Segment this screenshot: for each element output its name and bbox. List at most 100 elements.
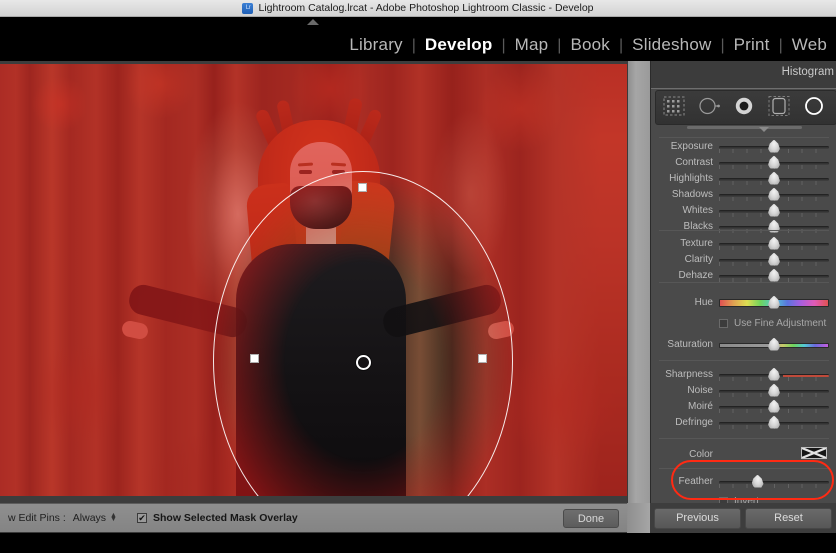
radial-mask-center-pin[interactable] [356, 355, 371, 370]
slider-knob[interactable] [768, 268, 780, 282]
feather-group: Feather Invert [659, 468, 829, 507]
bottom-right-divider [627, 503, 650, 533]
show-mask-overlay-label: Show Selected Mask Overlay [152, 512, 298, 524]
slider-label: Noise [687, 385, 713, 396]
slider-knob[interactable] [768, 415, 780, 429]
slider-label: Saturation [667, 339, 713, 350]
slider-label: Moiré [687, 401, 713, 412]
slider-knob[interactable] [768, 236, 780, 250]
subject-body [236, 244, 406, 496]
use-fine-adjustment-label: Use Fine Adjustment [734, 317, 827, 329]
slider-ticks [719, 483, 829, 488]
slider-row-contrast[interactable]: Contrast [659, 155, 829, 170]
basic-slider-group: Exposure Contrast Highlights Shadows Whi… [659, 137, 829, 233]
slider-row-shadows[interactable]: Shadows [659, 187, 829, 202]
slider-row-exposure[interactable]: Exposure [659, 139, 829, 154]
module-map[interactable]: Map [506, 35, 558, 55]
slider-knob[interactable] [768, 367, 780, 381]
slider-row-clarity[interactable]: Clarity [659, 252, 829, 267]
slider-row-moire[interactable]: Moiré [659, 399, 829, 414]
module-print[interactable]: Print [725, 35, 779, 55]
module-web[interactable]: Web [783, 35, 836, 55]
slider-knob[interactable] [768, 337, 780, 351]
os-title-bar: Lr Lightroom Catalog.lrcat - Adobe Photo… [0, 0, 836, 17]
subject-face-mask [290, 186, 352, 229]
slider-knob[interactable] [768, 139, 780, 153]
edit-pins-value[interactable]: Always [73, 512, 106, 524]
develop-toolbar: w Edit Pins : Always ▲ ▼ ✔ Show Selected … [0, 503, 627, 533]
mask-handle-right[interactable] [478, 354, 487, 363]
window-title: Lightroom Catalog.lrcat - Adobe Photosho… [258, 2, 594, 14]
color-label: Color [689, 448, 713, 460]
stepper-updown-icon[interactable]: ▲ ▼ [110, 512, 117, 523]
right-panel-divider[interactable] [627, 61, 650, 503]
slider-label: Defringe [675, 417, 713, 428]
top-panel-toggle-arrow-icon[interactable] [307, 19, 319, 25]
slider-row-noise[interactable]: Noise [659, 383, 829, 398]
slider-row-feather[interactable]: Feather [659, 474, 829, 489]
slider-row-whites[interactable]: Whites [659, 203, 829, 218]
module-book[interactable]: Book [561, 35, 619, 55]
lightroom-icon: Lr [242, 2, 254, 14]
slider-label: Sharpness [665, 369, 713, 380]
radial-filter-tool-icon[interactable] [733, 96, 755, 120]
photo-preview[interactable] [0, 64, 627, 496]
slider-label: Shadows [671, 189, 713, 200]
subject-hand-right [486, 319, 516, 341]
linear-gradient-tool-icon[interactable] [768, 95, 790, 120]
slider-knob[interactable] [768, 252, 780, 266]
edit-pins-label: w Edit Pins : [8, 512, 66, 524]
slider-row-dehaze[interactable]: Dehaze [659, 268, 829, 283]
slider-label: Contrast [675, 157, 713, 168]
right-panel: Histogram Exposure Contrast Highlights S… [650, 61, 836, 507]
slider-row-hue[interactable]: Hue [659, 295, 829, 310]
slider-label: Clarity [684, 254, 713, 265]
module-picker: Library | Develop | Map | Book | Slidesh… [340, 35, 836, 61]
radial-gradient-tool-icon[interactable] [803, 96, 825, 120]
panel-action-buttons: Previous Reset [650, 503, 836, 533]
slider-knob[interactable] [768, 171, 780, 185]
histogram-body [651, 83, 836, 89]
slider-label: Hue [694, 297, 713, 308]
done-button[interactable]: Done [563, 509, 619, 528]
reset-button[interactable]: Reset [745, 507, 832, 529]
previous-button[interactable]: Previous [654, 507, 741, 529]
use-fine-adjustment-checkbox[interactable] [719, 318, 728, 328]
slider-label: Highlights [669, 173, 713, 184]
module-bar: Library | Develop | Map | Book | Slidesh… [0, 17, 836, 61]
detail-slider-group: Sharpness Noise Moiré Defringe [659, 360, 829, 438]
slider-label: Exposure [670, 141, 713, 152]
slider-label: Texture [680, 238, 713, 249]
slider-row-texture[interactable]: Texture [659, 236, 829, 251]
show-mask-overlay-checkbox[interactable]: ✔ [136, 513, 147, 523]
mask-handle-top[interactable] [358, 183, 367, 192]
module-slideshow[interactable]: Slideshow [623, 35, 720, 55]
slider-row-highlights[interactable]: Highlights [659, 171, 829, 186]
feather-slider-knob[interactable] [751, 474, 764, 488]
slider-knob[interactable] [768, 203, 780, 217]
chevron-down-icon[interactable] [759, 127, 769, 132]
slider-knob[interactable] [768, 187, 780, 201]
graduated-filter-tool-icon[interactable] [698, 96, 720, 120]
photo-subject [0, 64, 627, 496]
slider-row-saturation[interactable]: Saturation [659, 337, 829, 352]
slider-knob[interactable] [768, 383, 780, 397]
slider-label: Whites [682, 205, 713, 216]
slider-row-defringe[interactable]: Defringe [659, 415, 829, 430]
use-fine-adjustment-row[interactable]: Use Fine Adjustment [659, 315, 829, 331]
slider-knob[interactable] [768, 155, 780, 169]
window-footer [0, 533, 836, 553]
slider-track[interactable] [719, 480, 829, 488]
subject-eye [299, 170, 312, 174]
color-row[interactable]: Color [659, 443, 829, 465]
select-subject-tool-icon[interactable] [663, 96, 685, 120]
color-swatch-button[interactable] [801, 447, 827, 459]
module-library[interactable]: Library [340, 35, 411, 55]
slider-knob[interactable] [768, 295, 780, 309]
module-develop[interactable]: Develop [416, 35, 502, 55]
histogram-header[interactable]: Histogram [651, 61, 836, 83]
mask-handle-left[interactable] [250, 354, 259, 363]
slider-knob[interactable] [768, 399, 780, 413]
lightroom-window: Lr Lightroom Catalog.lrcat - Adobe Photo… [0, 0, 836, 553]
slider-row-sharpness[interactable]: Sharpness [659, 367, 829, 382]
